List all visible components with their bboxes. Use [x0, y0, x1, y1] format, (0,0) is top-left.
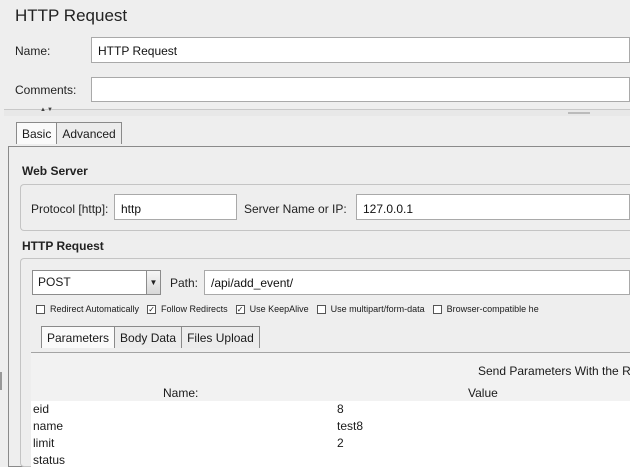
param-name: limit	[33, 436, 55, 450]
web-server-title: Web Server	[22, 164, 88, 178]
protocol-label: Protocol [http]:	[31, 202, 109, 216]
window-title: HTTP Request	[15, 6, 128, 25]
chevron-down-icon[interactable]: ▼	[146, 270, 161, 295]
name-field[interactable]: HTTP Request	[91, 37, 630, 63]
option-use-multipart[interactable]: Use multipart/form-data	[316, 304, 425, 314]
option-use-keepalive[interactable]: ✓ Use KeepAlive	[235, 304, 309, 314]
parameter-tabs: Parameters Body Data Files Upload	[41, 326, 260, 348]
request-options: Redirect Automatically ✓ Follow Redirect…	[36, 304, 547, 314]
tab-files-upload[interactable]: Files Upload	[181, 326, 260, 348]
checkbox-unchecked-icon[interactable]	[432, 304, 442, 314]
param-value: test8	[337, 419, 364, 433]
option-browser-compatible[interactable]: Browser-compatible he	[432, 304, 539, 314]
checkbox-unchecked-icon[interactable]	[316, 304, 326, 314]
comments-label: Comments:	[15, 83, 77, 97]
tab-advanced[interactable]: Advanced	[56, 122, 122, 144]
checkbox-checked-icon[interactable]: ✓	[147, 304, 157, 314]
table-row[interactable]: status	[31, 452, 630, 467]
split-pane-divider[interactable]: ▲▼	[4, 107, 630, 116]
window-edge	[0, 372, 2, 390]
tab-parameters[interactable]: Parameters	[41, 326, 116, 348]
collapse-arrows-icon[interactable]: ▲▼	[40, 107, 54, 113]
method-value: POST	[38, 275, 71, 289]
server-name-label: Server Name or IP:	[244, 202, 347, 216]
column-header-name[interactable]: Name:	[163, 386, 198, 400]
param-name: name	[33, 419, 64, 433]
checkbox-checked-icon[interactable]: ✓	[235, 304, 245, 314]
method-select[interactable]: POST ▼	[32, 270, 161, 295]
path-field[interactable]: /api/add_event/	[204, 270, 630, 295]
checkbox-unchecked-icon[interactable]	[36, 304, 45, 314]
name-label: Name:	[15, 44, 51, 58]
param-value: 8	[337, 402, 344, 416]
protocol-field[interactable]: http	[114, 194, 237, 220]
param-name: eid	[33, 402, 50, 416]
divider-grip-icon	[568, 112, 590, 114]
column-header-value[interactable]: Value	[468, 386, 498, 400]
option-follow-redirects[interactable]: ✓ Follow Redirects	[147, 304, 228, 314]
comments-field[interactable]	[91, 77, 630, 102]
http-request-title: HTTP Request	[22, 239, 104, 253]
table-row[interactable]: name test8	[31, 418, 630, 435]
main-tabs: Basic Advanced	[16, 122, 122, 144]
server-name-field[interactable]: 127.0.0.1	[356, 194, 630, 220]
send-parameters-label: Send Parameters With the R	[478, 364, 630, 378]
table-row[interactable]: limit 2	[31, 435, 630, 452]
tab-basic[interactable]: Basic	[16, 122, 58, 144]
param-value: 2	[337, 436, 344, 450]
option-redirect-automatically[interactable]: Redirect Automatically	[36, 304, 139, 314]
path-label: Path:	[170, 276, 199, 290]
tab-body-data[interactable]: Body Data	[114, 326, 183, 348]
table-row[interactable]: eid 8	[31, 401, 630, 418]
param-name: status	[33, 453, 66, 467]
